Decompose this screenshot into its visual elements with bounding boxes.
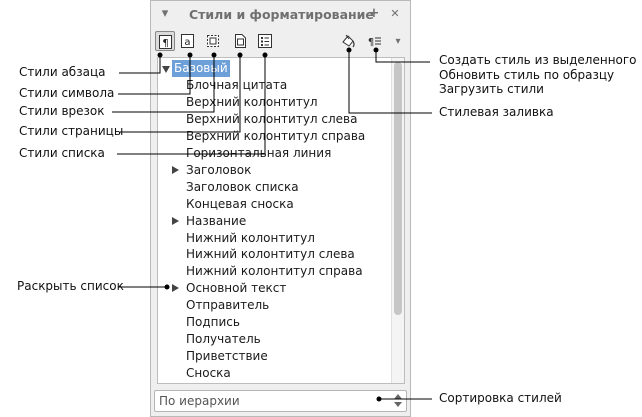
callout-list-styles: Стили списка	[19, 146, 105, 160]
leader-fill	[348, 50, 432, 114]
callout-fill-format: Стилевая заливка	[439, 105, 554, 119]
leader-new-style	[375, 50, 430, 63]
callout-new-from-selection: Создать стиль из выделенного	[439, 53, 637, 67]
callout-sort-styles: Сортировка стилей	[439, 391, 562, 405]
callout-paragraph-styles: Стили абзаца	[19, 65, 106, 79]
callout-load-styles: Загрузить стили	[439, 82, 544, 96]
callout-frame-styles: Стили врезок	[19, 104, 105, 118]
leader-paragraph	[119, 55, 161, 74]
leader-list	[117, 55, 266, 155]
leader-character	[118, 55, 191, 95]
leader-frame	[112, 55, 215, 113]
callout-character-styles: Стили символа	[19, 86, 115, 100]
callout-page-styles: Стили страницы	[19, 124, 124, 138]
callout-expand-list: Раскрыть список	[17, 279, 124, 293]
callout-update-style: Обновить стиль по образцу	[439, 68, 615, 82]
